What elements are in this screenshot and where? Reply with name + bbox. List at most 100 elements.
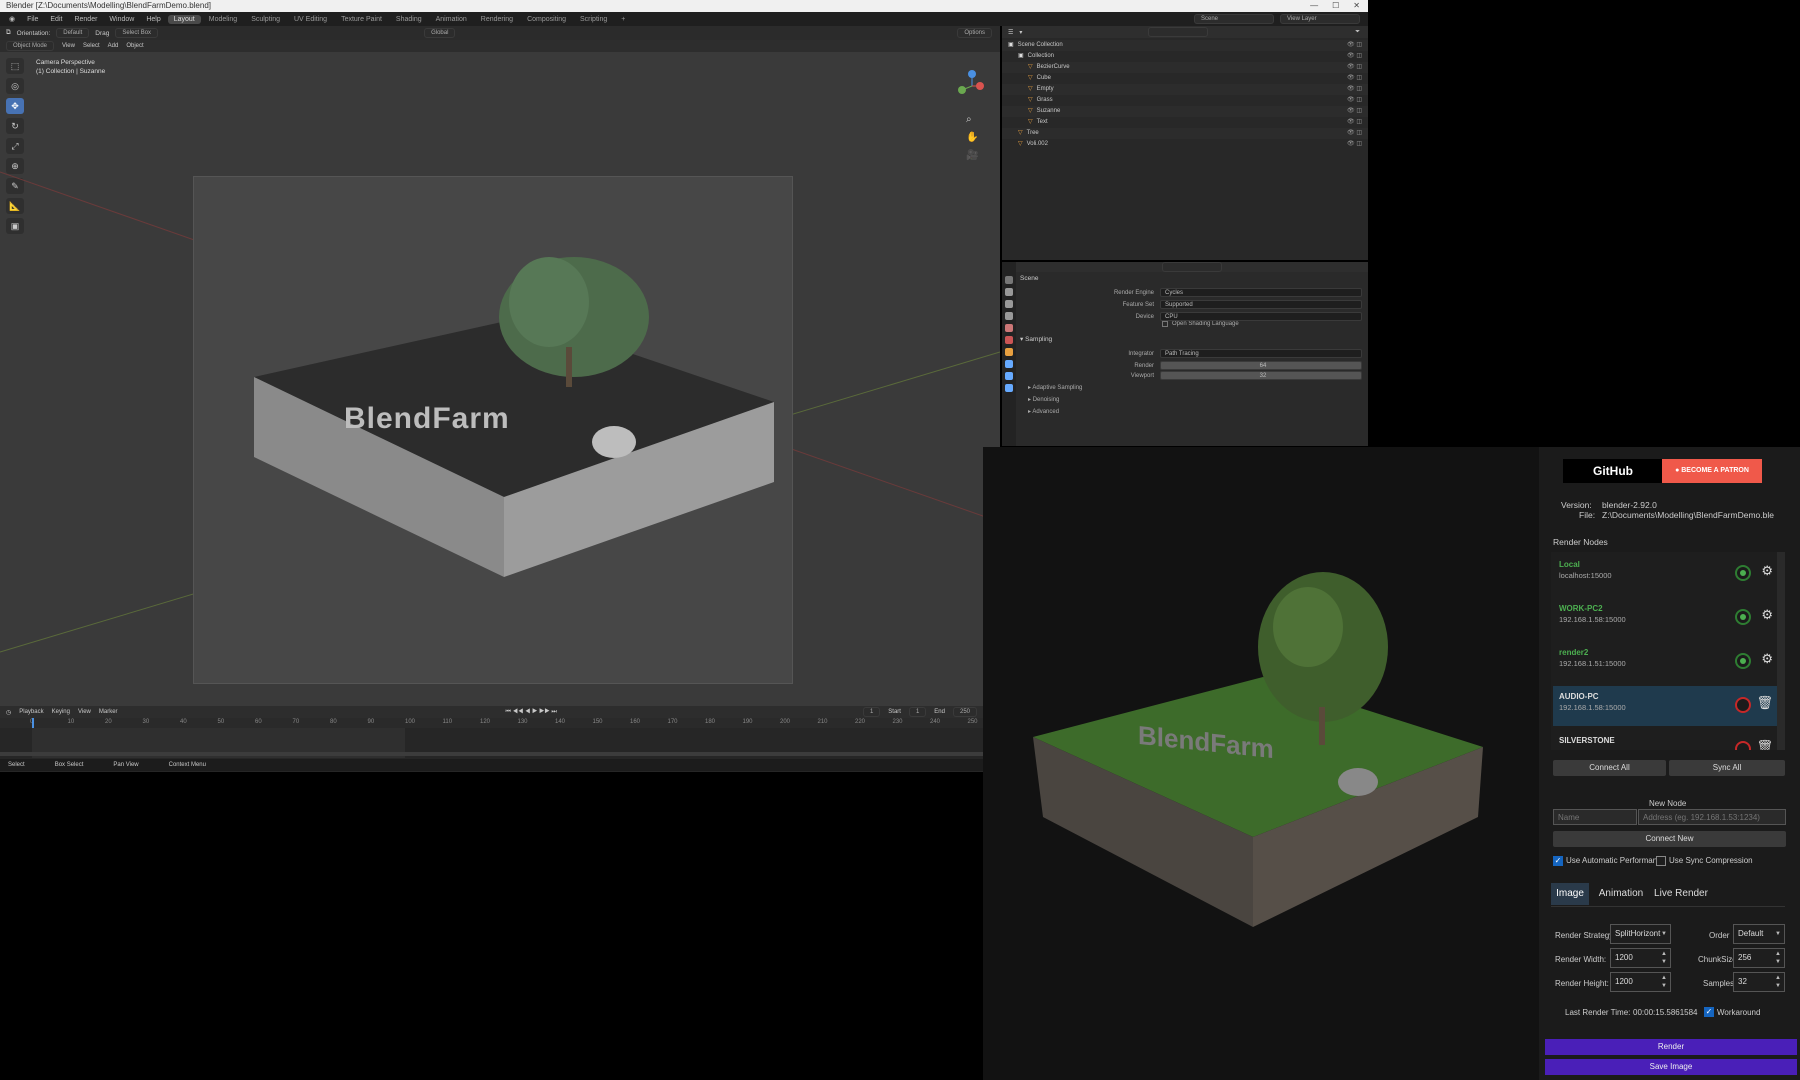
menu-edit[interactable]: Edit	[45, 16, 67, 23]
node-address-input[interactable]	[1638, 809, 1786, 825]
viewport-samples-field[interactable]: 32	[1160, 371, 1362, 380]
outliner-row[interactable]: ▣ Collection 👁 ◫	[1002, 51, 1368, 62]
menu-view[interactable]: View	[62, 43, 75, 49]
3d-viewport[interactable]: ⧉ Orientation: Default Drag Select Box G…	[0, 26, 1000, 706]
sync-compression-checkbox[interactable]	[1656, 856, 1666, 866]
modifier-tab-icon[interactable]	[1005, 360, 1013, 368]
visibility-icon[interactable]: 👁 ◫	[1347, 62, 1368, 73]
timeline-editor-icon[interactable]: ◷	[6, 709, 11, 716]
outliner-editor-icon[interactable]: ☰	[1008, 29, 1013, 36]
tab-live-render[interactable]: Live Render	[1651, 883, 1711, 905]
timeline-scrollbar[interactable]	[0, 752, 983, 756]
property-dropdown[interactable]: Supported	[1160, 300, 1362, 309]
property-dropdown[interactable]: Cycles	[1160, 288, 1362, 297]
visibility-icon[interactable]: 👁 ◫	[1347, 139, 1368, 150]
sync-all-button[interactable]: Sync All	[1669, 760, 1785, 776]
drag-dropdown[interactable]: Select Box	[115, 28, 159, 38]
node-settings-icon[interactable]: ⚙	[1761, 607, 1773, 623]
timeline-ruler[interactable]: 0102030405060708090100110120130140150160…	[0, 718, 983, 728]
stepper-arrows-icon[interactable]: ▲ ▼	[1775, 950, 1781, 966]
tab-sculpting[interactable]: Sculpting	[245, 15, 286, 24]
advanced-panel[interactable]: ▸ Advanced	[1028, 408, 1059, 415]
view-layer-tab-icon[interactable]	[1005, 312, 1013, 320]
transform-global-dropdown[interactable]: Global	[424, 28, 456, 38]
menu-marker[interactable]: Marker	[99, 709, 118, 715]
outliner-row[interactable]: ▽ Empty 👁 ◫	[1002, 84, 1368, 95]
tab-image[interactable]: Image	[1551, 883, 1589, 905]
tab-compositing[interactable]: Compositing	[521, 15, 572, 24]
connect-new-button[interactable]: Connect New	[1553, 831, 1786, 847]
tab-animation[interactable]: Animation	[430, 15, 473, 24]
save-image-button[interactable]: Save Image	[1545, 1059, 1797, 1075]
node-delete-icon[interactable]: 🗑	[1756, 739, 1773, 750]
close-icon[interactable]: ✕	[1353, 0, 1360, 12]
playback-controls-icon[interactable]: ⏮ ◀◀ ◀ ▶ ▶▶ ⏭	[506, 709, 557, 716]
render-tab-icon[interactable]	[1005, 288, 1013, 296]
menu-render[interactable]: Render	[69, 16, 102, 23]
render-node-item[interactable]: render2 192.168.1.51:15000 ⚙	[1553, 642, 1777, 682]
physics-tab-icon[interactable]	[1005, 384, 1013, 392]
menu-object[interactable]: Object	[126, 43, 143, 49]
object-mode-dropdown[interactable]: Object Mode	[6, 41, 55, 51]
outliner-search[interactable]	[1148, 27, 1209, 37]
integrator-dropdown[interactable]: Path Tracing	[1160, 349, 1362, 358]
start-frame-field[interactable]: 1	[908, 707, 927, 717]
render-node-item[interactable]: AUDIO-PC 192.168.1.58:15000 🗑	[1553, 686, 1777, 726]
stepper-arrows-icon[interactable]: ▲ ▼	[1661, 950, 1667, 966]
node-disconnected-status-icon[interactable]	[1735, 697, 1751, 713]
properties-editor[interactable]: Scene Open Shading Language ▾ Sampling I…	[1002, 262, 1368, 446]
outliner-row[interactable]: ▽ Tree 👁 ◫	[1002, 128, 1368, 139]
particles-tab-icon[interactable]	[1005, 372, 1013, 380]
tab-uv-editing[interactable]: UV Editing	[288, 15, 333, 24]
scene-tab-icon[interactable]	[1005, 324, 1013, 332]
add-workspace-button[interactable]: +	[615, 15, 631, 24]
render-node-item[interactable]: WORK-PC2 192.168.1.58:15000 ⚙	[1553, 598, 1777, 638]
node-connected-status-icon[interactable]	[1735, 565, 1751, 581]
node-name-input[interactable]	[1553, 809, 1637, 825]
menu-file[interactable]: File	[22, 16, 43, 23]
connect-all-button[interactable]: Connect All	[1553, 760, 1666, 776]
world-tab-icon[interactable]	[1005, 336, 1013, 344]
render-node-item[interactable]: Local localhost:15000 ⚙	[1553, 554, 1777, 594]
node-connected-status-icon[interactable]	[1735, 653, 1751, 669]
render-node-item[interactable]: SILVERSTONE 🗑	[1553, 730, 1777, 750]
output-tab-icon[interactable]	[1005, 300, 1013, 308]
menu-window[interactable]: Window	[104, 16, 139, 23]
visibility-icon[interactable]: 👁 ◫	[1347, 73, 1368, 84]
render-node-list[interactable]: Local localhost:15000 ⚙ WORK-PC2 192.168.1.5…	[1551, 552, 1785, 750]
tab-layout[interactable]: Layout	[167, 14, 201, 24]
outliner[interactable]: ☰ ▾ ⏷ ▣ Scene Collection 👁 ◫ ▣ Collection 👁 ◫…	[1002, 26, 1368, 260]
node-connected-status-icon[interactable]	[1735, 609, 1751, 625]
current-frame-field[interactable]: 1	[862, 707, 881, 717]
outliner-row[interactable]: ▽ Suzanne 👁 ◫	[1002, 106, 1368, 117]
menu-add[interactable]: Add	[108, 43, 119, 49]
blender-logo-icon[interactable]: ◉	[4, 15, 20, 23]
tab-scripting[interactable]: Scripting	[574, 15, 613, 24]
properties-search[interactable]	[1162, 262, 1222, 272]
node-delete-icon[interactable]: 🗑	[1756, 695, 1773, 711]
menu-help[interactable]: Help	[141, 16, 165, 23]
visibility-icon[interactable]: 👁 ◫	[1347, 128, 1368, 139]
node-list-scrollbar[interactable]	[1777, 552, 1785, 750]
view-layer-selector[interactable]: View Layer	[1280, 14, 1360, 24]
render-button[interactable]: Render	[1545, 1039, 1797, 1055]
visibility-icon[interactable]: 👁 ◫	[1347, 51, 1368, 62]
menu-timeline-view[interactable]: View	[78, 709, 91, 715]
order-dropdown[interactable]: Default ▼	[1733, 924, 1785, 944]
visibility-icon[interactable]: 👁 ◫	[1347, 40, 1368, 51]
outliner-row[interactable]: ▽ Text 👁 ◫	[1002, 117, 1368, 128]
node-disconnected-status-icon[interactable]	[1735, 741, 1751, 750]
outliner-row[interactable]: ▽ Cube 👁 ◫	[1002, 73, 1368, 84]
sampling-panel-header[interactable]: ▾ Sampling	[1020, 335, 1052, 343]
workaround-checkbox[interactable]: ✓	[1704, 1007, 1714, 1017]
stepper-arrows-icon[interactable]: ▲ ▼	[1661, 974, 1667, 990]
github-button[interactable]: GitHub	[1563, 459, 1663, 483]
menu-keying[interactable]: Keying	[52, 709, 70, 715]
tool-tab-icon[interactable]	[1005, 276, 1013, 284]
node-settings-icon[interactable]: ⚙	[1761, 563, 1773, 579]
display-mode-icon[interactable]: ▾	[1019, 29, 1022, 36]
tab-rendering[interactable]: Rendering	[475, 15, 519, 24]
stepper-arrows-icon[interactable]: ▲ ▼	[1775, 974, 1781, 990]
node-settings-icon[interactable]: ⚙	[1761, 651, 1773, 667]
menu-playback[interactable]: Playback	[19, 709, 43, 715]
